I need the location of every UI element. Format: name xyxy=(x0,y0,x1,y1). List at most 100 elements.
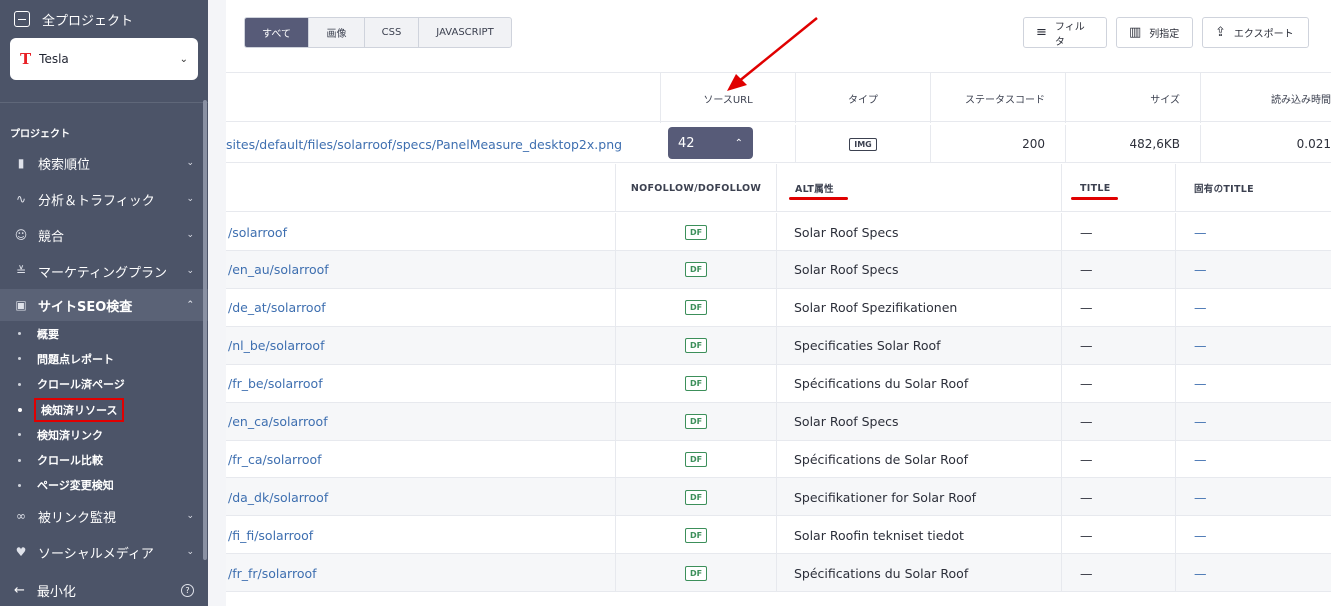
dofollow-badge: DF xyxy=(684,565,708,581)
title-text: — xyxy=(1061,250,1176,289)
bar-chart-icon: ▮ xyxy=(17,156,25,170)
chevron-down-icon: ⌄ xyxy=(186,194,194,204)
alt-text: Spécifications du Solar Roof xyxy=(794,565,969,581)
load-time-cell: 0.021 xyxy=(1200,125,1331,163)
follow-cell: DF xyxy=(615,478,777,517)
source-count-toggle[interactable]: 42 ⌃ xyxy=(668,127,753,159)
source-page-link[interactable]: /en_ca/solarroof xyxy=(228,403,328,441)
source-page-link[interactable]: /de_at/solarroof xyxy=(228,289,326,327)
col-title[interactable]: TITLE xyxy=(1061,164,1176,212)
alt-text: Spécifications du Solar Roof xyxy=(794,376,969,392)
nav-analytics[interactable]: ∿ 分析＆トラフィック ⌄ xyxy=(0,181,208,217)
col-type[interactable]: タイプ xyxy=(795,73,930,123)
col-size[interactable]: サイズ xyxy=(1065,73,1200,123)
tab-all[interactable]: すべて xyxy=(245,18,309,47)
source-page-link[interactable]: /da_dk/solarroof xyxy=(228,478,328,516)
help-icon[interactable]: ? xyxy=(181,583,194,597)
title-text: — xyxy=(1061,402,1176,441)
source-page-link[interactable]: /fi_fi/solarroof xyxy=(228,516,313,554)
alt-text: Specificaties Solar Roof xyxy=(794,338,941,354)
source-page-link[interactable]: /fr_ca/solarroof xyxy=(228,440,322,478)
sidebar-scrollbar[interactable] xyxy=(203,100,207,560)
col-load-time[interactable]: 読み込み時間 xyxy=(1200,73,1331,123)
type-cell: IMG xyxy=(795,125,930,163)
columns-label: 列指定 xyxy=(1149,29,1180,40)
pulse-icon: ∿ xyxy=(15,192,27,206)
own-title-text: — xyxy=(1194,300,1207,316)
alt-text: Spécifications de Solar Roof xyxy=(794,451,968,467)
filter-button[interactable]: ≡ フィルタ xyxy=(1023,17,1107,48)
dofollow-badge: DF xyxy=(684,414,708,429)
tab-javascript[interactable]: JAVASCRIPT xyxy=(419,18,511,47)
project-select[interactable]: T Tesla ⌄ xyxy=(10,38,198,80)
thumbs-up-icon: ♥ xyxy=(15,545,27,560)
all-projects-label: 全プロジェクト xyxy=(42,13,134,29)
own-title-text: — xyxy=(1194,414,1207,429)
chevron-down-icon: ⌄ xyxy=(186,158,194,168)
sub-detected-links[interactable]: 検知済リンク xyxy=(0,422,208,447)
follow-cell: DF xyxy=(615,440,777,479)
tab-images[interactable]: 画像 xyxy=(309,18,365,47)
nav-social-media[interactable]: ♥ ソーシャルメディア ⌄ xyxy=(0,534,208,570)
minimize-label: 最小化 xyxy=(36,584,76,600)
users-icon: ☺ xyxy=(14,228,28,242)
sub-overview[interactable]: 概要 xyxy=(0,321,208,346)
bullet-icon xyxy=(18,433,21,437)
export-button[interactable]: ⇪ エクスポート xyxy=(1202,17,1309,48)
sub-crawl-compare[interactable]: クロール比較 xyxy=(0,447,208,472)
dofollow-badge: DF xyxy=(684,338,708,354)
chevron-down-icon: ⌄ xyxy=(186,230,194,240)
sub-crawled-pages[interactable]: クロール済ページ xyxy=(0,372,208,397)
follow-cell: DF xyxy=(615,364,777,403)
size-cell: 482,6KB xyxy=(1065,125,1200,163)
bullet-icon xyxy=(18,357,21,361)
nav-site-audit[interactable]: ▣ サイトSEO検査 ⌃ xyxy=(0,289,208,321)
title-text: — xyxy=(1061,213,1176,251)
columns-button[interactable]: ▥ 列指定 xyxy=(1116,17,1193,48)
table-row: /solarroof DF Solar Roof Specs — — xyxy=(226,213,1331,251)
title-text: — xyxy=(1061,364,1176,403)
project-name: Tesla xyxy=(39,52,69,66)
sub-detected-resources[interactable]: 検知済リソース xyxy=(0,397,208,422)
source-page-link[interactable]: /fr_fr/solarroof xyxy=(228,554,317,592)
col-source-url[interactable]: ソースURL xyxy=(660,73,795,123)
sub-label: 問題点レポート xyxy=(37,352,114,366)
source-page-link[interactable]: /solarroof xyxy=(228,213,287,251)
arrow-left-icon: ← xyxy=(14,582,25,598)
col-own-title[interactable]: 固有のTITLE xyxy=(1194,164,1254,212)
source-page-link[interactable]: /en_au/solarroof xyxy=(228,251,329,289)
sub-issues-report[interactable]: 問題点レポート xyxy=(0,346,208,371)
resource-row[interactable]: sites/default/files/solarroof/specs/Pane… xyxy=(226,125,1331,163)
tab-css[interactable]: CSS xyxy=(365,18,419,47)
nav-marketing-plan[interactable]: ≚ マーケティングプラン ⌄ xyxy=(0,253,208,289)
nav-backlinks[interactable]: ∞ 被リンク監視 ⌄ xyxy=(0,498,208,534)
chevron-down-icon: ⌄ xyxy=(186,511,194,522)
sub-page-change-detection[interactable]: ページ変更検知 xyxy=(0,473,208,498)
source-count: 42 xyxy=(678,135,695,151)
nav-rankings[interactable]: ▮ 検索順位 ⌄ xyxy=(0,145,208,181)
source-page-link[interactable]: /fr_be/solarroof xyxy=(228,365,323,403)
table-row: /fr_fr/solarroof DF Spécifications du Sola… xyxy=(226,554,1331,593)
toolbar: すべて 画像 CSS JAVASCRIPT ≡ フィルタ ▥ 列指定 ⇪ エクス… xyxy=(226,0,1331,72)
nav-competitors[interactable]: ☺ 競合 ⌄ xyxy=(0,217,208,253)
own-title-text: — xyxy=(1194,338,1207,354)
col-nofollow[interactable]: NOFOLLOW/DOFOLLOW xyxy=(615,164,777,212)
all-projects-link[interactable]: 全プロジェクト xyxy=(10,0,198,38)
minimize-button[interactable]: ← 最小化 ? xyxy=(0,574,208,606)
table-row: /en_ca/solarroof DF Solar Roof Specs — — xyxy=(226,402,1331,441)
follow-cell: DF xyxy=(615,402,777,441)
own-title-text: — xyxy=(1194,262,1207,278)
title-text: — xyxy=(1061,440,1176,479)
section-label: プロジェクト xyxy=(10,129,70,140)
resource-url[interactable]: sites/default/files/solarroof/specs/Pane… xyxy=(226,125,656,163)
follow-cell: DF xyxy=(615,213,777,251)
source-page-link[interactable]: /nl_be/solarroof xyxy=(228,327,324,365)
col-alt[interactable]: ALT属性 xyxy=(795,164,834,212)
col-status[interactable]: ステータスコード xyxy=(930,73,1065,123)
chevron-up-icon: ⌃ xyxy=(186,300,194,310)
own-title-text: — xyxy=(1194,376,1207,392)
sidebar-top: 全プロジェクト T Tesla ⌄ xyxy=(0,0,208,96)
nav-label: ソーシャルメディア xyxy=(38,546,154,562)
bullet-icon xyxy=(18,382,21,386)
alt-text: Solar Roof Specs xyxy=(794,262,899,278)
